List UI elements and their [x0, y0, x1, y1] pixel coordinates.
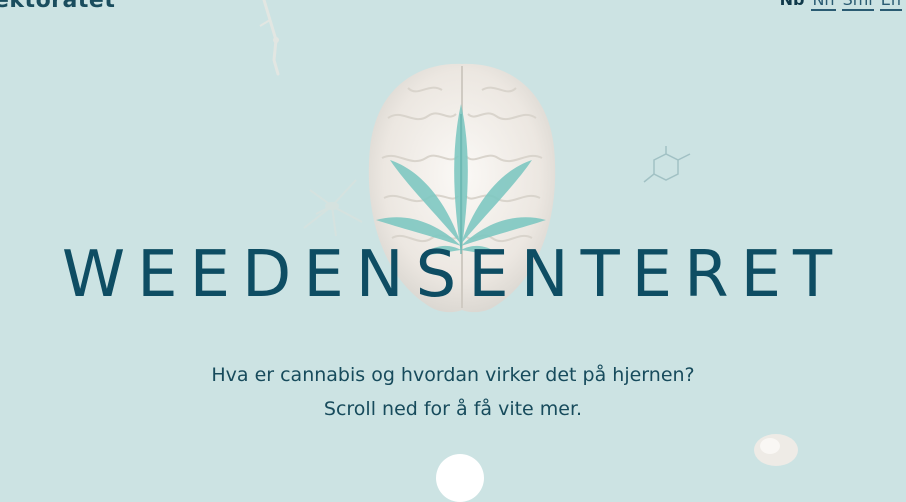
subtitle-line-1: Hva er cannabis og hvordan virker det på…: [211, 364, 695, 386]
lang-en[interactable]: En: [879, 0, 902, 11]
scroll-down-button[interactable]: [436, 454, 484, 502]
site-logo[interactable]: ektoratet: [0, 0, 115, 13]
lang-nb[interactable]: Nb: [779, 0, 806, 11]
pill-illustration: [754, 434, 798, 466]
hero-subtitle: Hva er cannabis og hvordan virker det på…: [0, 358, 906, 426]
lang-sml[interactable]: Sml: [841, 0, 874, 11]
twig-illustration: [259, 0, 280, 76]
lang-nn[interactable]: Nn: [811, 0, 836, 11]
language-switcher: Nb Nn Sml En: [779, 0, 902, 11]
molecule-icon: [643, 146, 691, 183]
cannabis-leaf-icon: [376, 104, 546, 255]
subtitle-line-2: Scroll ned for å få vite mer.: [323, 398, 583, 420]
page-title: WEEDENSENTERET: [61, 238, 845, 312]
